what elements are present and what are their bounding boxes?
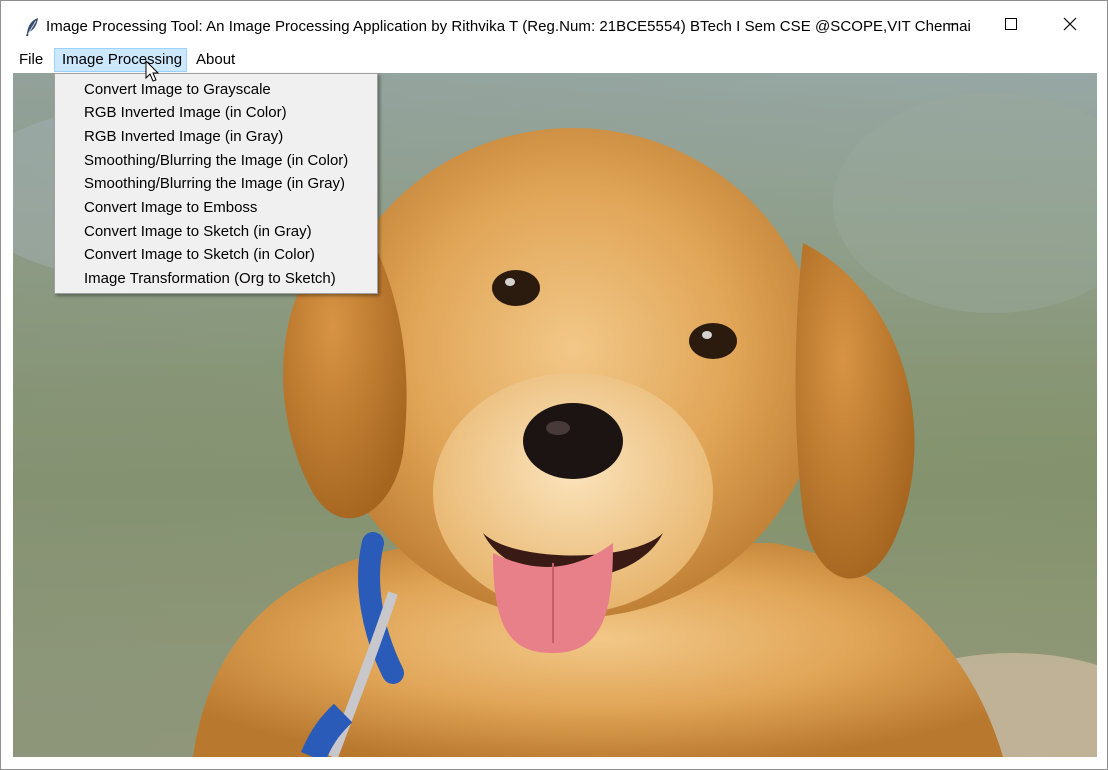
close-icon [1063, 17, 1077, 31]
maximize-button[interactable] [982, 1, 1040, 47]
minimize-button[interactable] [924, 1, 982, 47]
feather-icon [23, 17, 41, 37]
menu-bar: File Image Processing About [1, 47, 1107, 73]
image-processing-dropdown: Convert Image to Grayscale RGB Inverted … [54, 73, 378, 294]
menu-option-blur-color[interactable]: Smoothing/Blurring the Image (in Color) [84, 149, 348, 172]
menu-option-rgb-inverted-gray[interactable]: RGB Inverted Image (in Gray) [84, 125, 283, 148]
menu-option-transformation[interactable]: Image Transformation (Org to Sketch) [84, 267, 336, 290]
minimize-icon [947, 18, 959, 30]
app-window: Image Processing Tool: An Image Processi… [0, 0, 1108, 770]
close-button[interactable] [1041, 1, 1099, 47]
menu-image-processing[interactable]: Image Processing [54, 48, 187, 72]
title-bar[interactable]: Image Processing Tool: An Image Processi… [1, 1, 1107, 47]
window-title: Image Processing Tool: An Image Processi… [46, 18, 971, 35]
maximize-icon [1005, 18, 1017, 30]
menu-option-emboss[interactable]: Convert Image to Emboss [84, 196, 257, 219]
menu-option-sketch-color[interactable]: Convert Image to Sketch (in Color) [84, 243, 315, 266]
menu-option-blur-gray[interactable]: Smoothing/Blurring the Image (in Gray) [84, 172, 345, 195]
cursor-icon [145, 59, 161, 84]
menu-option-grayscale[interactable]: Convert Image to Grayscale [84, 78, 271, 101]
menu-file[interactable]: File [12, 48, 50, 72]
menu-option-sketch-gray[interactable]: Convert Image to Sketch (in Gray) [84, 220, 312, 243]
menu-option-rgb-inverted-color[interactable]: RGB Inverted Image (in Color) [84, 101, 287, 124]
menu-about[interactable]: About [189, 48, 242, 72]
